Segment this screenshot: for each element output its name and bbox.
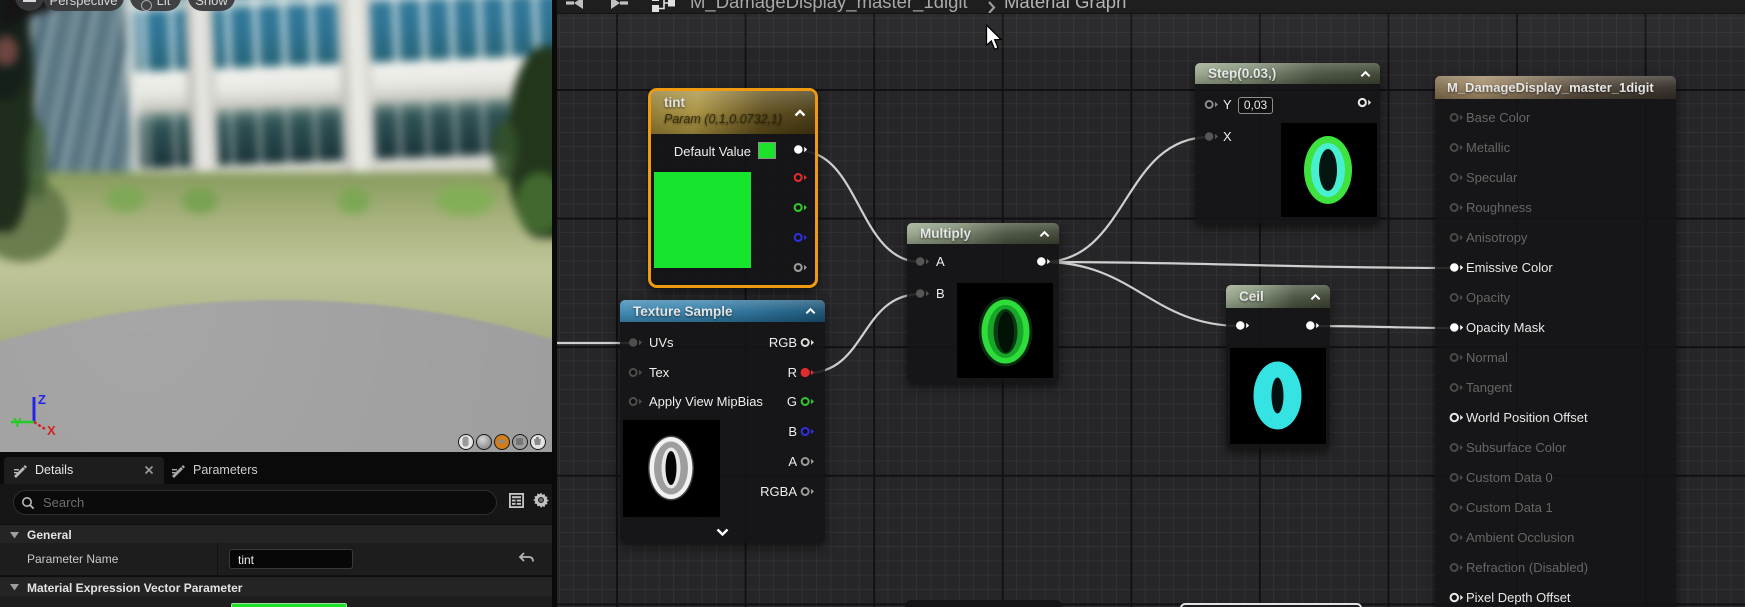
svg-text:Z: Z [38, 392, 46, 407]
svg-text:Y: Y [13, 415, 22, 430]
svg-text:X: X [47, 423, 56, 436]
